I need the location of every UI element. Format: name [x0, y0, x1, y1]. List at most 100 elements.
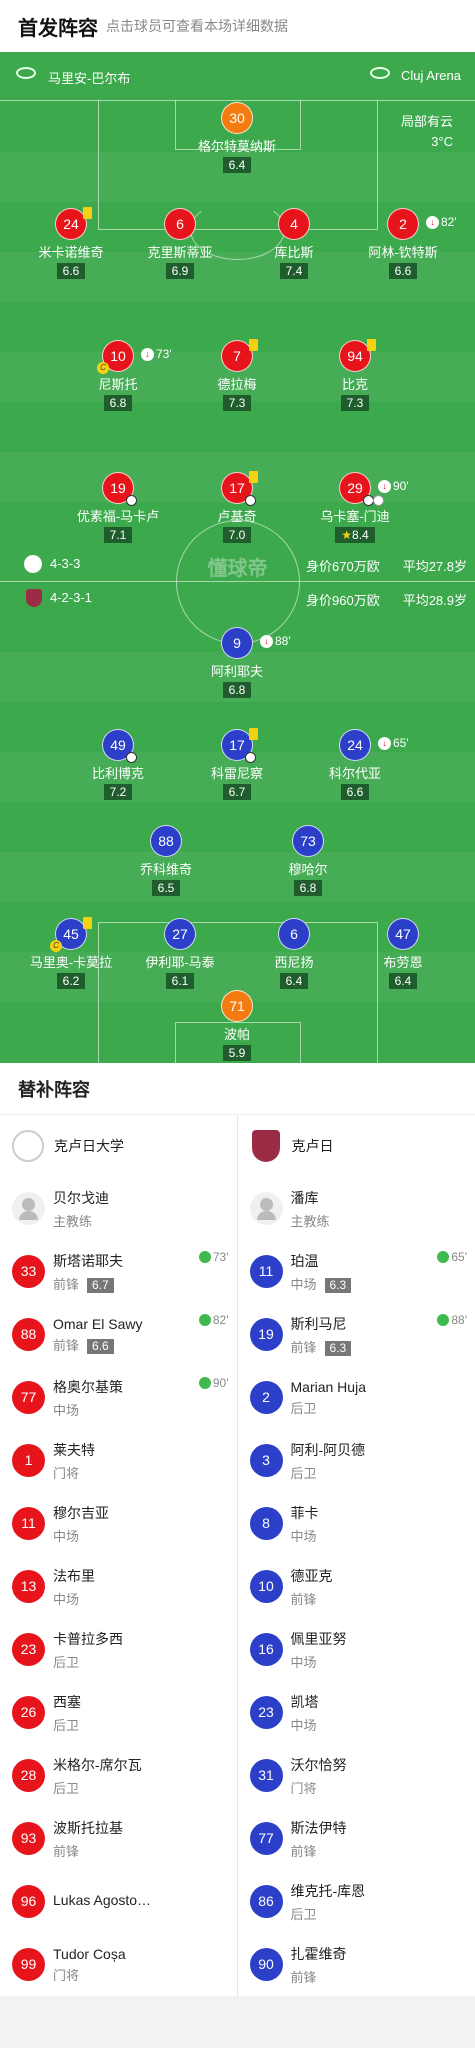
- away-team-value: 身价960万欧: [306, 593, 380, 608]
- player-home[interactable]: 29 ↓ 90' 乌卡塞-门迪 ★8.4: [295, 472, 415, 544]
- match-info-bar: 马里安-巴尔布 Cluj Arena: [0, 52, 475, 100]
- player-home-gk[interactable]: 30 格尔特莫纳斯 6.4: [177, 102, 297, 174]
- player-position: 门将: [53, 1967, 80, 1983]
- player-name: 伊利耶-马泰: [145, 955, 215, 970]
- player-away[interactable]: 17 科雷尼察 6.7: [177, 728, 297, 801]
- player-position: 门将: [290, 1780, 317, 1796]
- sub-player-row[interactable]: 31 沃尔恰努 门将: [238, 1744, 475, 1807]
- player-home[interactable]: 24 米卡诺维奇 6.6: [11, 207, 131, 280]
- player-home[interactable]: 4 库比斯 7.4: [234, 208, 354, 280]
- player-name: 库比斯: [274, 245, 314, 260]
- player-home[interactable]: 2 ↓ 82' 阿林-钦特斯 6.6: [343, 208, 463, 280]
- player-name: 维克托-库恩: [290, 1882, 366, 1899]
- player-number: 23: [249, 1696, 283, 1729]
- sub-minute: 65': [393, 736, 409, 750]
- sub-out-indicator: ↓ 65': [378, 728, 409, 758]
- player-away[interactable]: 24 ↓ 65' 科尔代亚 6.6: [295, 729, 415, 801]
- player-home[interactable]: 17 卢基奇 7.0: [177, 471, 297, 544]
- sub-player-row[interactable]: 93 波斯托拉基 前锋: [0, 1807, 237, 1870]
- player-away[interactable]: 45 C 马里奥-卡莫拉 6.2: [11, 917, 131, 990]
- player-number: 9: [233, 635, 241, 651]
- sub-player-row[interactable]: 13 法布里 中场: [0, 1555, 237, 1618]
- sub-player-row[interactable]: 23 卡普拉多西 后卫: [0, 1618, 237, 1681]
- player-away[interactable]: 6 西尼扬 6.4: [234, 918, 354, 990]
- sub-player-row[interactable]: 77 斯法伊特 前锋: [238, 1807, 475, 1870]
- player-rating: 6.8: [103, 395, 133, 411]
- sub-in-indicator: 82': [198, 1313, 229, 1327]
- sub-player-row[interactable]: 8 菲卡 中场: [238, 1492, 475, 1555]
- player-position: 中场: [53, 1528, 80, 1544]
- player-rating: 6.6: [388, 263, 418, 279]
- player-number: 99: [12, 1948, 45, 1981]
- sub-player-row[interactable]: 99 Tudor Coșa 门将: [0, 1933, 237, 1996]
- sub-player-row[interactable]: 23 凯塔 中场: [238, 1681, 475, 1744]
- sub-player-row[interactable]: 77 格奥尔基策 中场 90': [0, 1366, 237, 1429]
- player-rating: 6.2: [56, 973, 86, 989]
- player-position: 中场: [290, 1717, 317, 1733]
- subs-left-team[interactable]: 克卢日大学: [0, 1115, 237, 1177]
- sub-out-icon: ↓: [378, 479, 391, 493]
- team-name: 克卢日: [291, 1138, 334, 1154]
- sub-player-row[interactable]: 90 扎霍维奇 前锋: [238, 1933, 475, 1996]
- player-home[interactable]: 6 克里斯蒂亚 6.9: [120, 208, 240, 280]
- sub-player-row[interactable]: 86 维克托-库恩 后卫: [238, 1870, 475, 1933]
- sub-player-row[interactable]: 16 佩里亚努 中场: [238, 1618, 475, 1681]
- player-name: 斯利马尼: [290, 1315, 347, 1332]
- player-number: 3: [249, 1444, 283, 1477]
- player-number: 33: [12, 1255, 45, 1288]
- player-position: 中场 6.3: [291, 1274, 352, 1293]
- player-position: 后卫: [53, 1780, 80, 1796]
- arena-label: Cluj Arena: [401, 68, 461, 83]
- player-name: 莱夫特: [53, 1441, 95, 1458]
- player-away[interactable]: 9 ↓ 88' 阿利耶夫 6.8: [177, 627, 297, 699]
- player-number: 24: [63, 216, 79, 232]
- player-home[interactable]: 94 比克 7.3: [295, 339, 415, 412]
- player-name: 布劳恩: [383, 955, 423, 970]
- yellow-card-icon: [83, 207, 92, 219]
- player-away[interactable]: 27 伊利耶-马泰 6.1: [120, 918, 240, 990]
- player-home[interactable]: 19 优素福-马卡卢 7.1: [58, 472, 178, 544]
- player-away[interactable]: 73 穆哈尔 6.8: [248, 825, 368, 897]
- player-number: 45: [63, 926, 79, 942]
- goal-icon: [126, 752, 137, 763]
- assist-icon: [245, 752, 256, 763]
- sub-player-row[interactable]: 96 Lukas Agosto…: [0, 1870, 237, 1933]
- sub-player-row[interactable]: 28 米格尔-席尔瓦 后卫: [0, 1744, 237, 1807]
- player-away[interactable]: 49 比利博克 7.2: [58, 729, 178, 801]
- player-number: 10: [110, 348, 126, 364]
- sub-out-icon: ↓: [260, 634, 273, 648]
- coach-row[interactable]: 潘库 主教练: [238, 1177, 475, 1240]
- player-position: 后卫: [290, 1400, 317, 1416]
- player-away-gk[interactable]: 71 波帕 5.9: [177, 990, 297, 1062]
- yellow-card-icon: [249, 339, 258, 351]
- sub-player-row[interactable]: 19 斯利马尼 前锋 6.3 88': [238, 1303, 475, 1366]
- subs-right-team[interactable]: 克卢日: [238, 1115, 475, 1177]
- sub-player-row[interactable]: 26 西塞 后卫: [0, 1681, 237, 1744]
- player-name: 阿利-阿贝德: [290, 1441, 366, 1458]
- sub-player-row[interactable]: 88 Omar El Sawy 前锋 6.6 82': [0, 1303, 237, 1366]
- player-name: 德亚克: [290, 1567, 333, 1584]
- player-name: 卡普拉多西: [53, 1630, 123, 1647]
- player-number: 7: [233, 348, 241, 364]
- sub-player-row[interactable]: 11 珀温 中场 6.3 65': [238, 1240, 475, 1303]
- player-away[interactable]: 47 布劳恩 6.4: [343, 918, 463, 990]
- player-number: 19: [249, 1318, 283, 1351]
- sub-player-row[interactable]: 1 莱夫特 门将: [0, 1429, 237, 1492]
- player-rating: 7.4: [279, 263, 309, 279]
- sub-player-row[interactable]: 33 斯塔诺耶夫 前锋 6.7 73': [0, 1240, 237, 1303]
- player-number: 8: [249, 1507, 283, 1540]
- sub-player-row[interactable]: 3 阿利-阿贝德 后卫: [238, 1429, 475, 1492]
- sub-player-row[interactable]: 10 德亚克 前锋: [238, 1555, 475, 1618]
- player-home[interactable]: 7 德拉梅 7.3: [177, 339, 297, 412]
- player-name: 米格尔-席尔瓦: [53, 1756, 142, 1773]
- sub-player-row[interactable]: 11 穆尔吉亚 中场: [0, 1492, 237, 1555]
- sub-out-icon: ↓: [378, 736, 391, 750]
- player-position: 前锋: [53, 1843, 80, 1859]
- player-home[interactable]: 10 ↓ 73' C 尼斯托 6.8: [58, 340, 178, 412]
- sub-player-row[interactable]: 2 Marian Huja 后卫: [238, 1366, 475, 1429]
- player-name: 格尔特莫纳斯: [197, 139, 276, 154]
- captain-icon: C: [50, 940, 62, 952]
- player-away[interactable]: 88 乔科维奇 6.5: [106, 825, 226, 897]
- coach-row[interactable]: 贝尔戈迪 主教练: [0, 1177, 237, 1240]
- yellow-card-icon: [367, 339, 376, 351]
